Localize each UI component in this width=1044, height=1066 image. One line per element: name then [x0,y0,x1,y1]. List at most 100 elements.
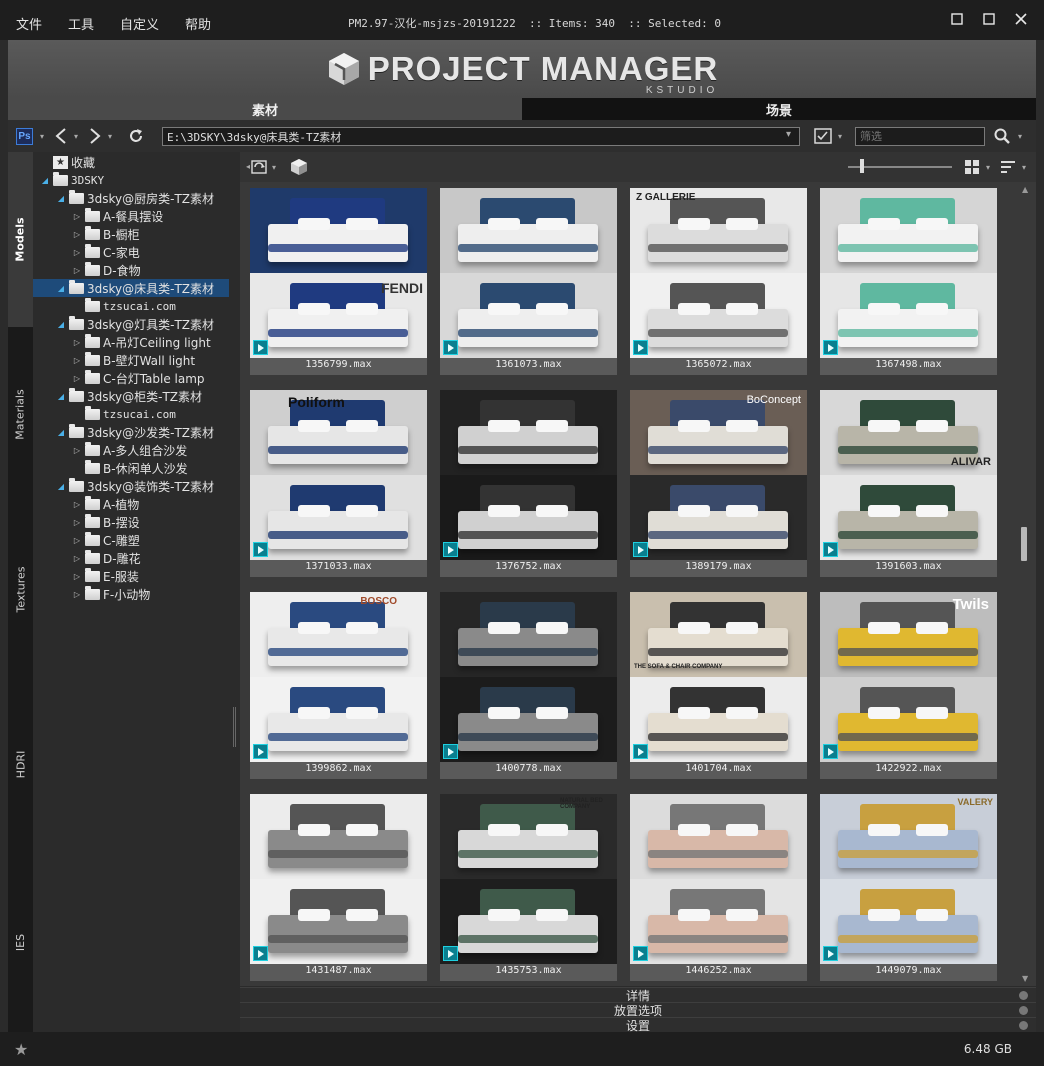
panel-splitter[interactable] [230,152,240,1032]
tree-node[interactable]: ▷ A-植物 [33,495,229,513]
asset-thumbnail[interactable]: Twils [820,592,997,762]
expanded-arrow-icon[interactable]: ◢ [55,284,67,293]
sort-icon[interactable] [998,158,1018,176]
tab-models[interactable]: Models [8,152,33,327]
forward-icon[interactable] [86,126,104,146]
asset-item[interactable]: 1367498.max [820,188,997,375]
star-icon[interactable]: ★ [14,1040,28,1059]
tree-node[interactable]: ◢ 3dsky@灯具类-TZ素材 [33,315,229,333]
collapse-icon[interactable] [1019,991,1028,1000]
tree-node[interactable]: ★ 收藏 [33,153,229,171]
collapsed-arrow-icon[interactable]: ▷ [71,536,83,545]
collapsed-arrow-icon[interactable]: ▷ [71,554,83,563]
scroll-down-icon[interactable]: ▼ [1022,974,1028,983]
asset-thumbnail[interactable]: THE SOFA & CHAIR COMPANY [630,592,807,762]
back-icon[interactable] [52,126,70,146]
chevron-down-icon[interactable]: ▾ [72,126,80,146]
collapsed-arrow-icon[interactable]: ▷ [71,230,83,239]
tab-textures[interactable]: Textures [8,502,33,677]
panel-placement[interactable]: 放置选项 [240,1002,1036,1018]
tree-node[interactable]: ▷ A-吊灯Ceiling light [33,333,229,351]
chevron-down-icon[interactable]: ▾ [984,158,992,176]
tab-scenes[interactable]: 场景 [522,98,1036,120]
tree-node[interactable]: ◢ 3DSKY [33,171,229,189]
tree-node[interactable]: ▷ C-家电 [33,243,229,261]
tree-node[interactable]: ▷ C-雕塑 [33,531,229,549]
asset-thumbnail[interactable]: BOSCO [250,592,427,762]
collapsed-arrow-icon[interactable]: ▷ [71,248,83,257]
asset-item[interactable]: 1376752.max [440,390,617,577]
tree-node[interactable]: ◢ 3dsky@床具类-TZ素材 [33,279,229,297]
package-icon[interactable] [288,156,310,178]
tree-node[interactable]: ▷ A-餐具摆设 [33,207,229,225]
collapsed-arrow-icon[interactable]: ▷ [71,518,83,527]
asset-thumbnail[interactable] [630,794,807,964]
menu-tools[interactable]: 工具 [68,14,94,33]
asset-item[interactable]: Poliform 1371033.max [250,390,427,577]
collapsed-arrow-icon[interactable]: ▷ [71,212,83,221]
collapsed-arrow-icon[interactable]: ▷ [71,356,83,365]
asset-thumbnail[interactable]: VALERY [820,794,997,964]
tree-node[interactable]: ◢ 3dsky@柜类-TZ素材 [33,387,229,405]
panel-settings[interactable]: 设置 [240,1017,1036,1033]
tree-node[interactable]: ◢ 3dsky@沙发类-TZ素材 [33,423,229,441]
asset-item[interactable]: 1361073.max [440,188,617,375]
asset-item[interactable]: 1446252.max [630,794,807,981]
tab-ies[interactable]: IES [8,852,33,1032]
tree-node[interactable]: ▷ B-摆设 [33,513,229,531]
tab-assets[interactable]: 素材 [8,98,522,120]
asset-item[interactable]: BOSCO 1399862.max [250,592,427,779]
tree-node[interactable]: ▷ A-多人组合沙发 [33,441,229,459]
chevron-down-icon[interactable]: ▾ [106,126,114,146]
scroll-up-icon[interactable]: ▲ [1022,185,1028,194]
asset-thumbnail[interactable] [820,188,997,358]
menu-file[interactable]: 文件 [16,14,42,33]
scroll-thumb[interactable] [1021,527,1027,561]
expanded-arrow-icon[interactable]: ◢ [39,176,51,185]
maximize-icon[interactable] [980,10,998,28]
slider-thumb[interactable] [860,159,864,173]
asset-thumbnail[interactable]: FENDI [250,188,427,358]
tab-materials[interactable]: Materials [8,327,33,502]
tree-node[interactable]: ◢ 3dsky@装饰类-TZ素材 [33,477,229,495]
asset-thumbnail[interactable]: Poliform [250,390,427,560]
collapsed-arrow-icon[interactable]: ▷ [71,338,83,347]
asset-item[interactable]: Twils 1422922.max [820,592,997,779]
asset-item[interactable]: FENDI 1356799.max [250,188,427,375]
close-icon[interactable] [1012,10,1030,28]
grid-scrollbar[interactable]: ▲ ▼ [1016,182,1036,986]
tree-node[interactable]: ▷ F-小动物 [33,585,229,603]
collapse-icon[interactable] [1019,1006,1028,1015]
tree-node[interactable]: ▷ D-食物 [33,261,229,279]
asset-item[interactable]: THE SOFA & CHAIR COMPANY 1401704.max [630,592,807,779]
chevron-down-icon[interactable]: ▾ [1020,158,1028,176]
asset-item[interactable]: 1431487.max [250,794,427,981]
chevron-down-icon[interactable]: ▾ [786,129,791,140]
expanded-arrow-icon[interactable]: ◢ [55,392,67,401]
asset-thumbnail[interactable]: BoConcept [630,390,807,560]
collapsed-arrow-icon[interactable]: ▷ [71,500,83,509]
expanded-arrow-icon[interactable]: ◢ [55,320,67,329]
splitter-grip[interactable] [233,707,236,747]
asset-item[interactable]: NATURAL BED COMPANY 1435753.max [440,794,617,981]
collapsed-arrow-icon[interactable]: ▷ [71,572,83,581]
tree-node[interactable]: tzsucai.com [33,405,229,423]
chevron-down-icon[interactable]: ▾ [836,126,844,146]
path-input[interactable] [162,127,800,146]
tab-hdri[interactable]: HDRI [8,677,33,852]
tree-node[interactable]: ▷ D-雕花 [33,549,229,567]
asset-thumbnail[interactable] [440,592,617,762]
menu-help[interactable]: 帮助 [185,14,211,33]
tree-node[interactable]: B-休闲单人沙发 [33,459,229,477]
tree-node[interactable]: ▷ B-壁灯Wall light [33,351,229,369]
collapsed-arrow-icon[interactable]: ▷ [71,446,83,455]
asset-item[interactable]: Z GALLERIE 1365072.max [630,188,807,375]
expanded-arrow-icon[interactable]: ◢ [55,428,67,437]
checklist-icon[interactable] [812,126,834,146]
expanded-arrow-icon[interactable]: ◢ [55,194,67,203]
tree-node[interactable]: ▷ E-服装 [33,567,229,585]
asset-thumbnail[interactable]: Z GALLERIE [630,188,807,358]
grid-view-icon[interactable] [962,158,982,176]
refresh-icon[interactable] [126,126,146,146]
asset-thumbnail[interactable] [440,390,617,560]
